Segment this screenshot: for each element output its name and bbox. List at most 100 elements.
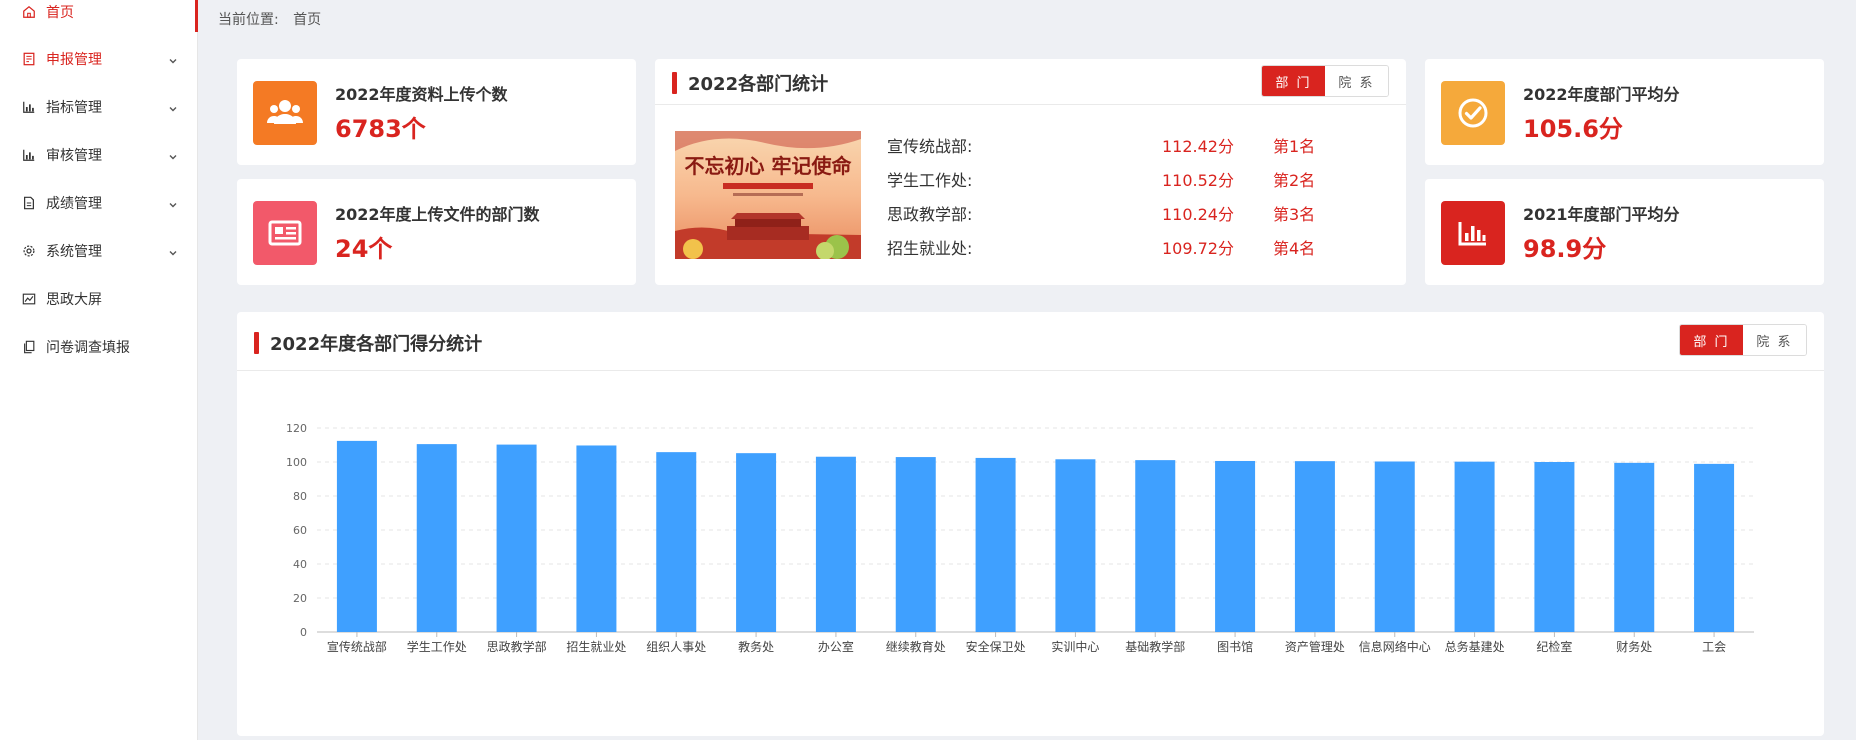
- sidebar-item-label: 指标管理: [46, 100, 102, 116]
- ranking-score: 109.72分: [1162, 239, 1234, 258]
- y-tick-label: 120: [286, 422, 307, 435]
- x-tick-label: 继续教育处: [886, 639, 946, 654]
- chevron-down-icon: [168, 198, 178, 208]
- y-tick-label: 60: [293, 524, 307, 537]
- sidebar-item-label: 首页: [46, 5, 74, 21]
- ranking-divider: [655, 104, 1406, 105]
- chevron-down-icon: [168, 102, 178, 112]
- x-tick-label: 学生工作处: [407, 639, 467, 654]
- x-tick-label: 实训中心: [1051, 639, 1099, 654]
- bar-7: [895, 457, 936, 632]
- ranking-rank: 第3名: [1273, 205, 1316, 224]
- chevron-down-icon: [168, 150, 178, 160]
- bar-2: [496, 444, 537, 632]
- avg-2022-label: 2022年度部门平均分: [1523, 85, 1680, 104]
- avg-2021-label: 2021年度部门平均分: [1523, 205, 1680, 224]
- line-chart-icon: [21, 291, 37, 307]
- sidebar-item-2[interactable]: 指标管理: [0, 87, 198, 127]
- score-panel: 2022年度各部门得分统计 部 门 院 系 0 20 40 60 80 100 120 宣传统…: [237, 312, 1824, 736]
- sidebar-item-4[interactable]: 成绩管理: [0, 183, 198, 223]
- chevron-down-icon: [168, 246, 178, 256]
- x-tick-label: 教务处: [738, 639, 774, 654]
- bar-6: [815, 456, 856, 632]
- dept-count-value: 24个: [335, 235, 393, 263]
- bar-5: [736, 453, 777, 632]
- gear-icon: [21, 243, 37, 259]
- sidebar-item-0[interactable]: 首页: [0, 0, 198, 32]
- document-icon: [21, 195, 37, 211]
- ranking-rank: 第1名: [1273, 137, 1316, 156]
- bar-12: [1294, 461, 1335, 632]
- dept-count-label: 2022年度上传文件的部门数: [335, 205, 540, 224]
- bar-14: [1454, 461, 1495, 632]
- avg-2022-value: 105.6分: [1523, 115, 1623, 143]
- x-tick-label: 招生就业处: [566, 640, 626, 654]
- sidebar-item-6[interactable]: 思政大屏: [0, 279, 198, 319]
- x-tick-label: 资产管理处: [1285, 639, 1345, 654]
- sidebar-item-label: 思政大屏: [46, 292, 102, 308]
- form-icon: [21, 51, 37, 67]
- sidebar-item-7[interactable]: 问卷调查填报: [0, 327, 198, 367]
- bar-4: [656, 452, 697, 632]
- x-tick-label: 宣传统战部: [327, 639, 387, 654]
- y-tick-label: 40: [293, 558, 307, 571]
- upload-count-label: 2022年度资料上传个数: [335, 85, 508, 104]
- ranking-toggle-college[interactable]: 院 系: [1325, 66, 1388, 96]
- sidebar-item-label: 成绩管理: [46, 196, 102, 212]
- sidebar: 首页申报管理指标管理审核管理成绩管理系统管理思政大屏问卷调查填报: [0, 0, 198, 740]
- bar-chart-icon: [21, 99, 37, 115]
- bar-13: [1374, 461, 1415, 632]
- x-tick-label: 办公室: [818, 639, 854, 654]
- ranking-row: 学生工作处: 110.52分 第2名: [887, 167, 1315, 191]
- ranking-score: 110.52分: [1162, 171, 1234, 190]
- sidebar-item-label: 系统管理: [46, 244, 102, 260]
- sidebar-item-label: 审核管理: [46, 148, 102, 164]
- stats-icon: [1441, 201, 1505, 265]
- y-tick-label: 0: [300, 626, 307, 639]
- x-tick-label: 信息网络中心: [1359, 639, 1431, 654]
- bar-9: [1055, 459, 1096, 632]
- sidebar-item-label: 问卷调查填报: [46, 340, 130, 356]
- breadcrumb-current[interactable]: 首页: [293, 12, 321, 28]
- ranking-row: 宣传统战部: 112.42分 第1名: [887, 133, 1315, 157]
- y-tick-label: 20: [293, 592, 307, 605]
- sidebar-item-5[interactable]: 系统管理: [0, 231, 198, 271]
- upload-count-value: 6783个: [335, 115, 426, 143]
- bar-15: [1534, 462, 1575, 632]
- ranking-rank: 第2名: [1273, 171, 1316, 190]
- bar-3: [576, 445, 617, 632]
- ranking-dept: 学生工作处:: [887, 171, 973, 190]
- x-tick-label: 总务基建处: [1445, 639, 1505, 654]
- ranking-score: 110.24分: [1162, 205, 1234, 224]
- x-tick-label: 财务处: [1616, 639, 1652, 654]
- y-tick-label: 100: [286, 456, 307, 469]
- ranking-rank: 第4名: [1273, 239, 1316, 258]
- breadcrumb: 当前位置: 首页: [218, 9, 321, 29]
- sidebar-item-label: 申报管理: [46, 52, 102, 68]
- ranking-panel: 2022各部门统计 部 门 院 系 不忘初心 牢记使命 宣传统战部: 112.4…: [655, 59, 1406, 285]
- bar-chart-icon: [21, 147, 37, 163]
- upload-count-card: 2022年度资料上传个数 6783个: [237, 59, 636, 165]
- bar-11: [1215, 460, 1256, 632]
- home-icon: [21, 4, 37, 20]
- ranking-toggle: 部 门 院 系: [1261, 65, 1389, 97]
- x-tick-label: 纪检室: [1536, 639, 1572, 654]
- bar-10: [1135, 460, 1176, 632]
- sidebar-item-3[interactable]: 审核管理: [0, 135, 198, 175]
- bar-1: [416, 444, 457, 632]
- ranking-dept: 思政教学部:: [887, 205, 973, 224]
- y-tick-label: 80: [293, 490, 307, 503]
- ranking-dept: 招生就业处:: [887, 239, 973, 258]
- score-bar-chart: 0 20 40 60 80 100 120 宣传统战部 学生工作处 思政教学部 招生就业处 组织人事处…: [286, 422, 1754, 654]
- avg-2022-card: 2022年度部门平均分 105.6分: [1425, 59, 1824, 165]
- sidebar-item-1[interactable]: 申报管理: [0, 39, 198, 79]
- newspaper-icon: [253, 201, 317, 265]
- dept-count-card: 2022年度上传文件的部门数 24个: [237, 179, 636, 285]
- avg-2021-card: 2021年度部门平均分 98.9分: [1425, 179, 1824, 285]
- copy-icon: [21, 339, 37, 355]
- ranking-toggle-dept[interactable]: 部 门: [1262, 66, 1325, 96]
- breadcrumb-prefix: 当前位置:: [218, 12, 279, 28]
- check-circle-icon: [1441, 81, 1505, 145]
- poster-image: 不忘初心 牢记使命: [675, 131, 861, 259]
- ranking-title: 2022各部门统计: [671, 70, 828, 96]
